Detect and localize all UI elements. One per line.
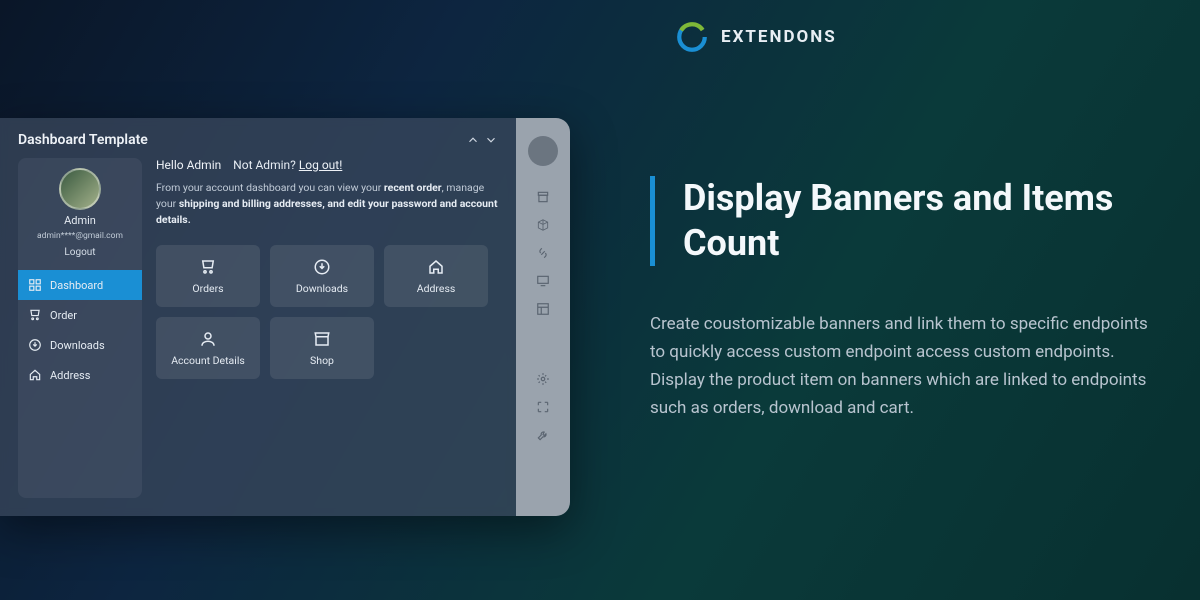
link-icon[interactable] <box>536 246 550 260</box>
expand-icon[interactable] <box>536 400 550 414</box>
content-area: Hello Admin Not Admin? Log out! From you… <box>156 158 498 498</box>
greeting-logout-link[interactable]: Log out! <box>299 158 343 172</box>
app-window: Dashboard Template Admin admin****@gmail… <box>0 118 570 516</box>
dashboard-description: From your account dashboard you can view… <box>156 180 498 227</box>
layout-icon[interactable] <box>536 302 550 316</box>
panel-title: Dashboard Template <box>18 132 148 148</box>
gear-icon[interactable] <box>536 372 550 386</box>
cart-icon <box>28 308 42 322</box>
main-panel: Dashboard Template Admin admin****@gmail… <box>0 118 516 516</box>
sidebar-item-label: Downloads <box>50 339 105 352</box>
monitor-icon[interactable] <box>536 274 550 288</box>
sidebar-item-order[interactable]: Order <box>18 300 142 330</box>
profile-sidebar: Admin admin****@gmail.com Logout Dashboa… <box>18 158 142 498</box>
tile-address[interactable]: Address <box>384 245 488 307</box>
marketing-body: Create coustomizable banners and link th… <box>650 310 1160 422</box>
user-icon <box>199 330 217 348</box>
tile-downloads[interactable]: Downloads <box>270 245 374 307</box>
cube-icon[interactable] <box>536 218 550 232</box>
wrench-icon[interactable] <box>536 428 550 442</box>
right-rail <box>516 118 570 516</box>
headline-block: Display Banners and Items Count <box>650 176 1190 266</box>
tile-shop[interactable]: Shop <box>270 317 374 379</box>
grid-icon <box>28 278 42 292</box>
rail-avatar[interactable] <box>528 136 558 166</box>
tile-label: Address <box>417 282 456 295</box>
sidebar-item-dashboard[interactable]: Dashboard <box>18 270 142 300</box>
shop-icon <box>313 330 331 348</box>
download-icon <box>313 258 331 276</box>
brand: EXTENDONS <box>675 20 837 54</box>
chevron-down-icon[interactable] <box>484 133 498 147</box>
topbar: Dashboard Template <box>0 118 516 158</box>
profile-logout-link[interactable]: Logout <box>64 247 95 258</box>
cart-icon <box>199 258 217 276</box>
chevron-up-icon[interactable] <box>466 133 480 147</box>
brand-name: EXTENDONS <box>721 27 837 47</box>
home-icon <box>28 368 42 382</box>
home-icon <box>427 258 445 276</box>
tile-label: Orders <box>192 282 223 295</box>
avatar <box>59 168 101 210</box>
tile-orders[interactable]: Orders <box>156 245 260 307</box>
sidebar-item-address[interactable]: Address <box>18 360 142 390</box>
tile-account-details[interactable]: Account Details <box>156 317 260 379</box>
profile-name: Admin <box>64 214 96 227</box>
download-icon <box>28 338 42 352</box>
sidebar-item-label: Order <box>50 309 77 322</box>
greeting-hello: Hello Admin <box>156 158 221 172</box>
brand-logo-icon <box>675 20 709 54</box>
sidebar-item-downloads[interactable]: Downloads <box>18 330 142 360</box>
headline: Display Banners and Items Count <box>683 176 1190 266</box>
tile-label: Shop <box>310 354 334 367</box>
sidebar-item-label: Address <box>50 369 90 382</box>
archive-icon[interactable] <box>536 190 550 204</box>
tile-label: Downloads <box>296 282 348 295</box>
greeting-line: Hello Admin Not Admin? Log out! <box>156 158 498 172</box>
greeting-notadmin: Not Admin? <box>233 158 296 172</box>
profile-email: admin****@gmail.com <box>37 231 123 241</box>
tile-label: Account Details <box>171 354 245 367</box>
sidebar-item-label: Dashboard <box>50 279 103 292</box>
